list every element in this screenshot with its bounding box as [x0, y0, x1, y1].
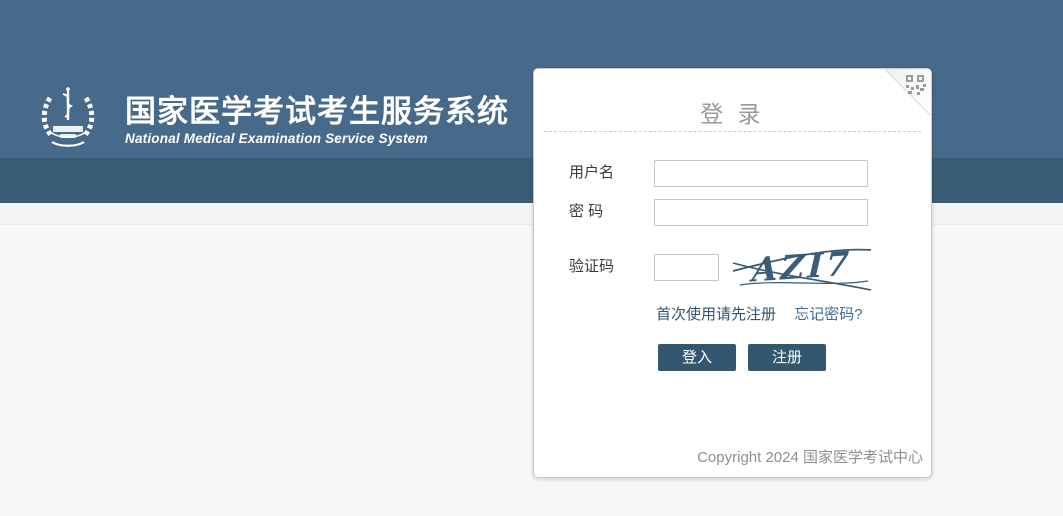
forgot-password-link[interactable]: 忘记密码? [794, 306, 862, 323]
divider [544, 131, 921, 132]
brand: 国家医学考试考生服务系统 National Medical Examinatio… [36, 84, 509, 157]
register-hint-link[interactable]: 首次使用请先注册 [656, 306, 776, 323]
nmec-emblem-icon [36, 84, 100, 157]
brand-text: 国家医学考试考生服务系统 National Medical Examinatio… [125, 95, 509, 146]
page: 国家医学考试考生服务系统 National Medical Examinatio… [0, 0, 1063, 516]
login-button[interactable]: 登入 [658, 344, 736, 371]
captcha-label: 验证码 [569, 254, 614, 280]
captcha-image[interactable]: AZI7 [732, 241, 872, 293]
password-input[interactable] [654, 199, 868, 226]
login-title: 登 录 [534, 95, 931, 129]
username-input[interactable] [654, 160, 868, 187]
password-label: 密 码 [569, 199, 603, 225]
links-row: 首次使用请先注册 忘记密码? [656, 303, 863, 324]
site-subtitle: National Medical Examination Service Sys… [125, 131, 509, 146]
login-panel: 登 录 用户名 密 码 验证码 AZI7 首次使用请先注册 忘记密码? 登入 注… [533, 68, 932, 478]
register-button[interactable]: 注册 [748, 344, 826, 371]
username-label: 用户名 [569, 160, 614, 186]
copyright: Copyright 2024 国家医学考试中心 [697, 446, 923, 467]
captcha-noise-lines [732, 241, 872, 293]
site-title: 国家医学考试考生服务系统 [125, 95, 509, 129]
captcha-input[interactable] [654, 254, 719, 281]
